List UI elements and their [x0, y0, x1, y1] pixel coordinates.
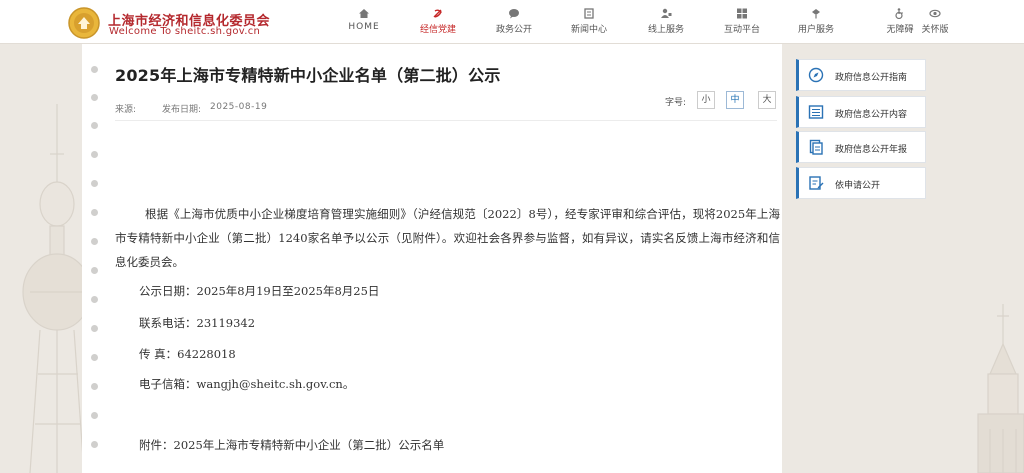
- bullet-dot: [91, 66, 98, 73]
- bullet-dot: [91, 94, 98, 101]
- title-divider: [115, 120, 777, 121]
- nav-gov-affairs[interactable]: 政务公开: [490, 8, 538, 35]
- bullet-dot: [91, 238, 98, 245]
- person-service-icon: [661, 8, 672, 18]
- nav-news-label: 新闻中心: [570, 25, 607, 35]
- font-size-label: 字号:: [665, 98, 687, 108]
- user-icon: [812, 9, 820, 19]
- bullet-dot: [91, 151, 98, 158]
- article-title: 2025年上海市专精特新中小企业名单（第二批）公示: [115, 66, 501, 85]
- bullet-dot: [91, 441, 98, 448]
- chat-bubble-icon: [509, 9, 519, 19]
- font-size-medium-button[interactable]: 中: [726, 91, 744, 109]
- sidebar-item-annual-report[interactable]: 政府信息公开年报: [796, 131, 926, 163]
- bullet-dot: [91, 412, 98, 419]
- sidebar-item-label: 政府信息公开年报: [835, 145, 908, 155]
- bullet-dot: [91, 209, 98, 216]
- nav-access-label: 无障碍: [886, 25, 914, 35]
- nav-care-mode[interactable]: 关怀版: [918, 8, 952, 35]
- publish-date: 2025-08-19: [210, 102, 268, 112]
- list-icon: [808, 105, 824, 119]
- sidebar-item-label: 政府信息公开指南: [835, 73, 908, 83]
- emblem-logo-icon[interactable]: [68, 7, 100, 39]
- party-emblem-icon: [433, 9, 442, 18]
- sidebar-item-content[interactable]: 政府信息公开内容: [796, 96, 926, 128]
- nav-gov-label: 政务公开: [495, 25, 532, 35]
- nav-interact-label: 互动平台: [723, 25, 760, 35]
- nav-online-service[interactable]: 线上服务: [642, 8, 690, 35]
- font-size-small-button[interactable]: 小: [697, 91, 715, 109]
- article-paragraph: 根据《上海市优质中小企业梯度培育管理实施细则》（沪经信规范〔2022〕8号），经…: [115, 207, 780, 269]
- contact-phone: 联系电话：23119342: [139, 316, 256, 330]
- edit-form-icon: [809, 176, 824, 190]
- nav-news-center[interactable]: 新闻中心: [566, 8, 612, 35]
- contact-fax: 传 真：64228018: [139, 347, 236, 361]
- site-welcome: Welcome To sheitc.sh.gov.cn: [109, 26, 261, 37]
- attachment-link[interactable]: 附件：2025年上海市专精特新中小企业（第二批）公示名单: [139, 437, 444, 453]
- sidebar-item-guide[interactable]: 政府信息公开指南: [796, 59, 926, 91]
- notice-date: 公示日期：2025年8月19日至2025年8月25日: [139, 284, 380, 298]
- sidebar-item-label: 依申请公开: [835, 181, 881, 191]
- font-size-large-button[interactable]: 大: [758, 91, 776, 109]
- nav-user-label: 用户服务: [797, 25, 834, 35]
- bullet-dot: [91, 122, 98, 129]
- nav-accessibility[interactable]: 无障碍: [882, 8, 918, 35]
- nav-party-building[interactable]: 经信党建: [416, 8, 460, 35]
- nav-user-service[interactable]: 用户服务: [792, 8, 840, 35]
- home-icon: [359, 9, 369, 18]
- bullet-dot: [91, 325, 98, 332]
- contact-email[interactable]: 电子信箱：wangjh@sheitc.sh.gov.cn。: [139, 376, 354, 392]
- grid-icon: [737, 8, 747, 19]
- sidebar-item-apply[interactable]: 依申请公开: [796, 167, 926, 199]
- publish-date-label: 发布日期:: [162, 105, 202, 115]
- eye-icon: [929, 9, 941, 18]
- source-label: 来源:: [115, 105, 137, 115]
- nav-online-label: 线上服务: [647, 25, 684, 35]
- wheelchair-icon: [895, 8, 903, 19]
- bullet-dot: [91, 180, 98, 187]
- bullet-dot: [91, 267, 98, 274]
- compass-icon: [808, 67, 824, 83]
- sidebar-item-label: 政府信息公开内容: [835, 110, 908, 120]
- bullet-dot: [91, 354, 98, 361]
- report-icon: [809, 139, 823, 155]
- nav-care-label: 关怀版: [921, 25, 949, 35]
- bullet-dot: [91, 296, 98, 303]
- site-header: 上海市经济和信息化委员会 Welcome To sheitc.sh.gov.cn…: [0, 0, 1024, 44]
- nav-home[interactable]: HOME: [346, 8, 382, 32]
- newspaper-icon: [584, 8, 594, 19]
- nav-party-label: 经信党建: [419, 25, 456, 35]
- bullet-dot: [91, 383, 98, 390]
- nav-interaction-platform[interactable]: 互动平台: [718, 8, 766, 35]
- nav-home-label: HOME: [348, 22, 380, 32]
